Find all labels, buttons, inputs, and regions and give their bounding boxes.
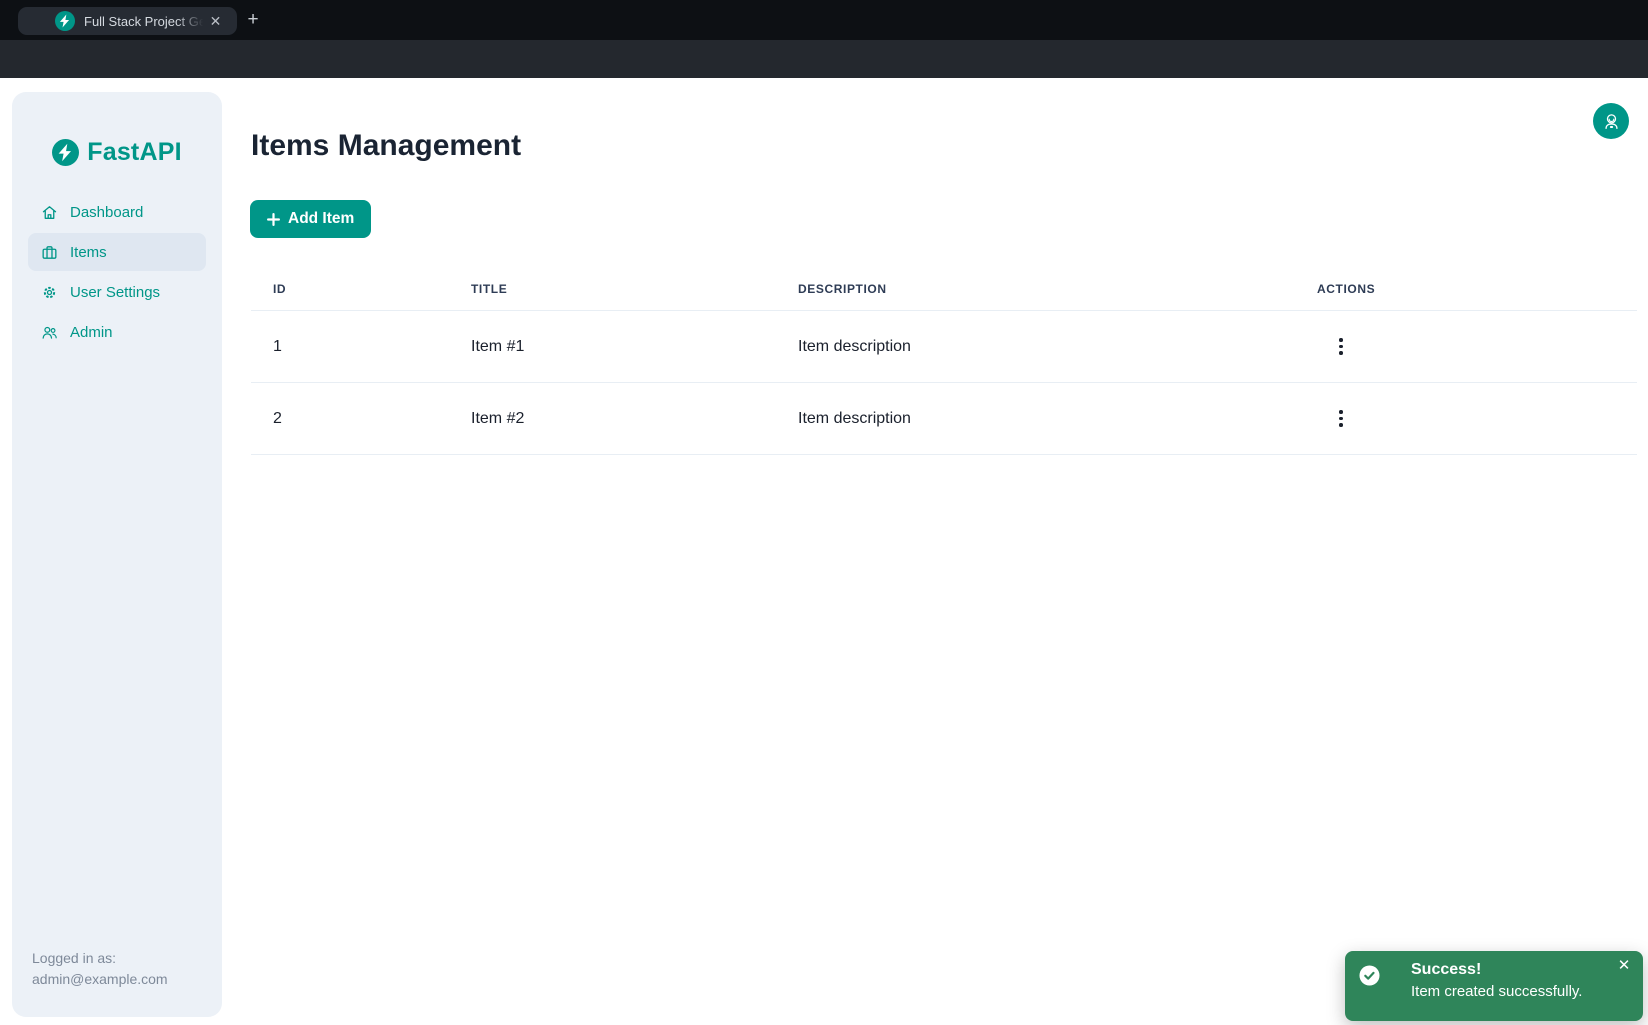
browser-tab[interactable]: Full Stack Project Genera ✕ — [18, 7, 237, 35]
briefcase-icon — [41, 244, 58, 261]
add-item-label: Add Item — [288, 210, 354, 228]
browser-toolbar: localhost/items 1 — [0, 40, 1648, 78]
toast-message: Item created successfully. — [1411, 981, 1582, 1003]
success-toast: Success! Item created successfully. ✕ — [1345, 951, 1643, 1021]
logo-text: FastAPI — [87, 138, 181, 167]
logged-in-info: Logged in as: admin@example.com — [32, 948, 168, 990]
toast-title: Success! — [1411, 959, 1582, 981]
tab-title-fade — [176, 7, 208, 35]
row-actions-menu-icon[interactable] — [1329, 332, 1353, 362]
gear-icon — [41, 284, 58, 301]
col-header-id: ID — [251, 282, 471, 296]
home-icon — [41, 204, 58, 221]
app-page: FastAPI Dashboard Items User Settings — [0, 78, 1648, 1025]
cell-description: Item description — [798, 338, 1317, 356]
user-astronaut-icon — [1601, 111, 1622, 132]
sidebar-item-label: User Settings — [70, 284, 160, 301]
tab-close-icon[interactable]: ✕ — [207, 13, 224, 30]
sidebar-item-dashboard[interactable]: Dashboard — [28, 193, 206, 231]
cell-id: 1 — [251, 338, 471, 356]
fastapi-favicon-icon — [55, 11, 75, 31]
page-title: Items Management — [251, 129, 521, 163]
table-header-row: ID TITLE DESCRIPTION ACTIONS — [251, 268, 1637, 311]
logged-in-label: Logged in as: — [32, 948, 168, 969]
sidebar-item-user-settings[interactable]: User Settings — [28, 273, 206, 311]
sidebar-item-items[interactable]: Items — [28, 233, 206, 271]
check-circle-icon — [1359, 965, 1380, 986]
sidebar-item-label: Admin — [70, 324, 113, 341]
col-header-title: TITLE — [471, 282, 798, 296]
plus-icon — [267, 213, 280, 226]
sidebar-item-label: Dashboard — [70, 204, 143, 221]
logged-in-email: admin@example.com — [32, 969, 168, 990]
sidebar-nav: Dashboard Items User Settings Admin — [12, 193, 222, 351]
browser-tab-bar: Full Stack Project Genera ✕ + — [0, 0, 1648, 40]
sidebar: FastAPI Dashboard Items User Settings — [12, 92, 222, 1017]
items-table: ID TITLE DESCRIPTION ACTIONS 1 Item #1 I… — [251, 268, 1637, 455]
col-header-actions: ACTIONS — [1317, 282, 1637, 296]
cell-id: 2 — [251, 410, 471, 428]
sidebar-item-admin[interactable]: Admin — [28, 313, 206, 351]
sidebar-item-label: Items — [70, 244, 107, 261]
cell-title: Item #2 — [471, 410, 798, 428]
user-menu-button[interactable] — [1593, 103, 1629, 139]
cell-title: Item #1 — [471, 338, 798, 356]
new-tab-icon[interactable]: + — [243, 10, 263, 30]
table-row: 2 Item #2 Item description — [251, 383, 1637, 455]
row-actions-menu-icon[interactable] — [1329, 404, 1353, 434]
col-header-description: DESCRIPTION — [798, 282, 1317, 296]
users-icon — [41, 324, 58, 341]
fastapi-logo: FastAPI — [12, 138, 222, 167]
toast-close-icon[interactable]: ✕ — [1615, 957, 1633, 975]
cell-description: Item description — [798, 410, 1317, 428]
fastapi-logo-icon — [52, 139, 79, 166]
table-row: 1 Item #1 Item description — [251, 311, 1637, 383]
add-item-button[interactable]: Add Item — [250, 200, 371, 238]
